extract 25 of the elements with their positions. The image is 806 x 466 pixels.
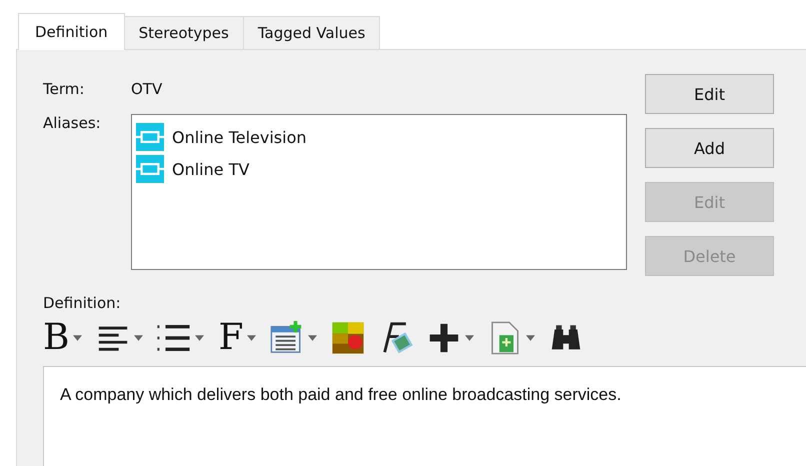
format-tool[interactable]: B (43, 318, 70, 358)
alias-icon (136, 123, 164, 151)
tab[interactable]: Definition (18, 13, 125, 50)
action-button[interactable]: Edit (645, 74, 774, 114)
term-label: Term: (43, 80, 86, 98)
caret-icon[interactable] (465, 335, 474, 341)
caret-icon[interactable] (195, 335, 204, 341)
alias-item[interactable]: Online Television (172, 128, 307, 146)
alias-icon (136, 155, 164, 183)
tab[interactable]: Tagged Values (242, 16, 380, 49)
alias-item[interactable]: Online TV (172, 160, 250, 178)
caret-icon[interactable] (134, 335, 144, 341)
format-tool[interactable]: F (218, 318, 244, 358)
color-grid-icon[interactable] (331, 321, 366, 355)
definition-editor[interactable]: A company which delivers both paid and free online broadcasting services. (43, 366, 806, 466)
definition-text: A company which delivers both paid and free online broadcasting services. (60, 385, 622, 405)
caret-icon[interactable] (308, 335, 318, 341)
tab[interactable]: Stereotypes (124, 16, 244, 49)
definition-label: Definition: (43, 294, 122, 314)
term-value: OTV (131, 80, 162, 98)
action-button[interactable]: Add (645, 128, 774, 168)
caret-icon[interactable] (73, 335, 82, 341)
aliases-label: Aliases: (43, 114, 102, 132)
caret-icon[interactable] (247, 335, 256, 341)
caret-icon[interactable] (526, 335, 536, 341)
